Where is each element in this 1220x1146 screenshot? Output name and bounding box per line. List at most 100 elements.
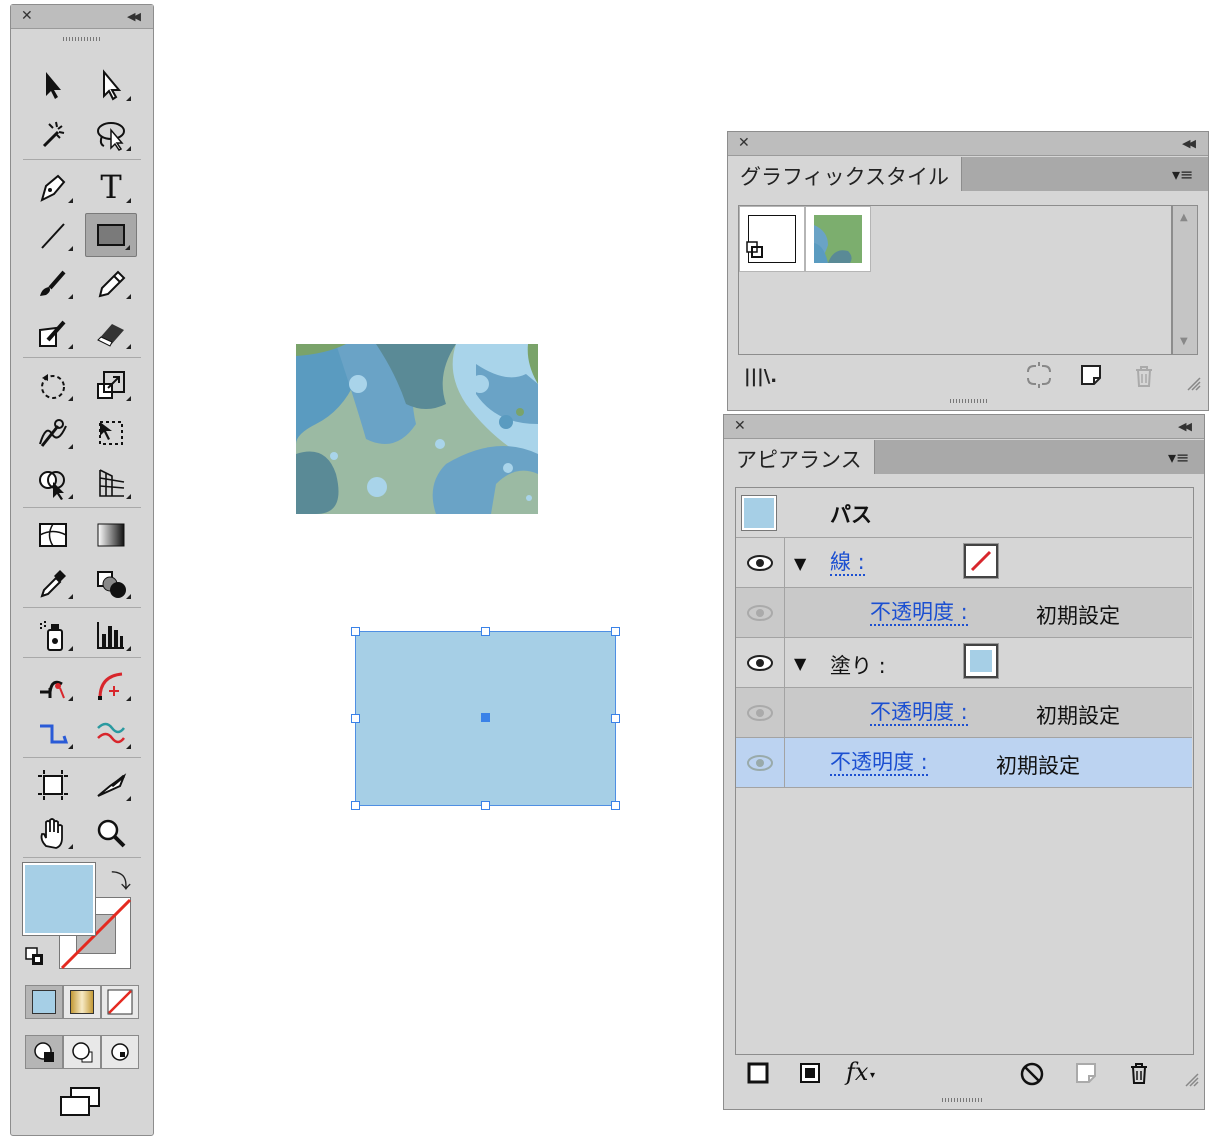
symbol-sprayer-tool[interactable]: [27, 613, 79, 657]
rectangle-tool[interactable]: [85, 213, 137, 257]
resize-grip-icon[interactable]: [1184, 1072, 1200, 1088]
clear-appearance-icon[interactable]: [1020, 1062, 1044, 1086]
add-new-fill-icon[interactable]: [799, 1062, 821, 1084]
expand-triangle-icon[interactable]: ▼: [794, 554, 806, 573]
pattern-artwork[interactable]: [296, 344, 538, 514]
appearance-object-opacity-row[interactable]: 不透明度 : 初期設定: [736, 738, 1192, 788]
gradient-tool[interactable]: [85, 513, 137, 557]
visibility-toggle[interactable]: [736, 588, 785, 637]
fx-dropdown-icon[interactable]: ▾: [870, 1070, 875, 1081]
mesh-tool[interactable]: [27, 513, 79, 557]
hand-tool[interactable]: [27, 811, 79, 855]
draw-inside-button[interactable]: [101, 1035, 139, 1069]
paintbrush-tool[interactable]: [27, 261, 79, 305]
pen-tool[interactable]: [27, 165, 79, 209]
appearance-stroke-row[interactable]: ▼ 線 :: [736, 538, 1192, 588]
resize-handle-b[interactable]: [481, 801, 490, 810]
resize-handle-tl[interactable]: [351, 627, 360, 636]
color-button[interactable]: [25, 985, 63, 1019]
panel-grip[interactable]: [950, 399, 988, 403]
fill-swatch[interactable]: [963, 643, 999, 679]
object-opacity-label[interactable]: 不透明度 :: [830, 750, 928, 776]
visibility-toggle[interactable]: [736, 688, 785, 737]
panel-grip[interactable]: [63, 37, 101, 41]
appearance-object-row[interactable]: パス: [736, 488, 1192, 538]
resize-handle-br[interactable]: [611, 801, 620, 810]
pencil-tool[interactable]: [85, 261, 137, 305]
perspective-grid-tool[interactable]: [85, 461, 137, 505]
trash-icon[interactable]: [1127, 1061, 1151, 1085]
rotate-tool[interactable]: [27, 363, 79, 407]
gradient-button[interactable]: [63, 985, 101, 1019]
stroke-swatch[interactable]: [963, 543, 999, 579]
appearance-titlebar[interactable]: ✕ ◀◀: [724, 415, 1204, 439]
none-button[interactable]: [101, 985, 139, 1019]
tools-panel-titlebar[interactable]: ✕ ◀◀: [11, 5, 153, 29]
tab-graphic-styles[interactable]: グラフィックスタイル: [728, 157, 962, 191]
close-icon[interactable]: ✕: [738, 135, 750, 151]
magic-wand-tool[interactable]: [27, 113, 79, 157]
panel-menu-icon[interactable]: ▾≡: [1172, 165, 1193, 184]
swap-fill-stroke-icon[interactable]: ⤵: [111, 865, 131, 894]
appearance-fill-opacity-row[interactable]: 不透明度 : 初期設定: [736, 688, 1192, 738]
draw-behind-button[interactable]: [63, 1035, 101, 1069]
type-tool[interactable]: T: [85, 165, 137, 209]
collapse-icon[interactable]: ◀◀: [1178, 420, 1192, 433]
resize-handle-t[interactable]: [481, 627, 490, 636]
graphic-style-libraries-icon[interactable]: |||\.: [744, 366, 777, 387]
add-new-stroke-icon[interactable]: [747, 1062, 769, 1084]
default-fill-stroke-icon[interactable]: [25, 947, 45, 967]
lasso-tool[interactable]: [85, 113, 137, 157]
trash-icon[interactable]: [1132, 364, 1156, 388]
shape-builder-tool[interactable]: [27, 461, 79, 505]
stroke-label[interactable]: 線 :: [830, 550, 865, 576]
duplicate-item-icon[interactable]: [1075, 1062, 1097, 1084]
join-tool[interactable]: [27, 711, 79, 755]
resize-handle-l[interactable]: [351, 714, 360, 723]
break-link-icon[interactable]: [1024, 362, 1054, 388]
pattern-style-swatch[interactable]: [805, 206, 871, 272]
resize-grip-icon[interactable]: [1186, 376, 1202, 392]
appearance-fill-row[interactable]: ▼ 塗り :: [736, 638, 1192, 688]
zoom-tool[interactable]: [85, 811, 137, 855]
panel-menu-icon[interactable]: ▾≡: [1168, 448, 1189, 467]
appearance-stroke-opacity-row[interactable]: 不透明度 : 初期設定: [736, 588, 1192, 638]
styles-scrollbar[interactable]: ▲ ▼: [1172, 205, 1198, 355]
direct-selection-tool[interactable]: [85, 63, 137, 107]
resize-handle-bl[interactable]: [351, 801, 360, 810]
expand-triangle-icon[interactable]: ▼: [794, 654, 806, 673]
free-transform-tool[interactable]: [85, 411, 137, 455]
collapse-icon[interactable]: ◀◀: [127, 10, 141, 23]
visibility-toggle[interactable]: [736, 638, 785, 687]
graphic-styles-titlebar[interactable]: ✕ ◀◀: [728, 132, 1208, 156]
warp-tool[interactable]: [27, 411, 79, 455]
resize-handle-tr[interactable]: [611, 627, 620, 636]
panel-grip[interactable]: [942, 1098, 982, 1102]
artboard-tool[interactable]: [27, 763, 79, 807]
collapse-icon[interactable]: ◀◀: [1182, 137, 1196, 150]
eyedropper-tool[interactable]: [27, 561, 79, 605]
visibility-toggle[interactable]: [736, 738, 785, 787]
draw-normal-button[interactable]: [25, 1035, 63, 1069]
fill-opacity-label[interactable]: 不透明度 :: [870, 700, 968, 726]
selection-tool[interactable]: [27, 63, 79, 107]
close-icon[interactable]: ✕: [21, 8, 33, 24]
new-style-icon[interactable]: [1080, 364, 1102, 386]
blob-brush-tool[interactable]: [27, 311, 79, 355]
add-effect-fx-icon[interactable]: fx: [846, 1058, 868, 1086]
default-style-swatch[interactable]: [739, 206, 805, 272]
resize-handle-r[interactable]: [611, 714, 620, 723]
tab-appearance[interactable]: アピアランス: [724, 440, 875, 474]
eraser-tool[interactable]: [85, 311, 137, 355]
width-tool[interactable]: [85, 711, 137, 755]
curvature-tool[interactable]: [85, 663, 137, 707]
close-icon[interactable]: ✕: [734, 418, 746, 434]
fill-color-swatch[interactable]: [22, 862, 96, 936]
line-segment-tool[interactable]: [27, 213, 79, 257]
scale-tool[interactable]: [85, 363, 137, 407]
visibility-toggle[interactable]: [736, 538, 785, 587]
screen-mode-icon[interactable]: [57, 1085, 103, 1119]
column-graph-tool[interactable]: [85, 613, 137, 657]
blend-tool[interactable]: [85, 561, 137, 605]
fill-label[interactable]: 塗り :: [830, 650, 886, 680]
